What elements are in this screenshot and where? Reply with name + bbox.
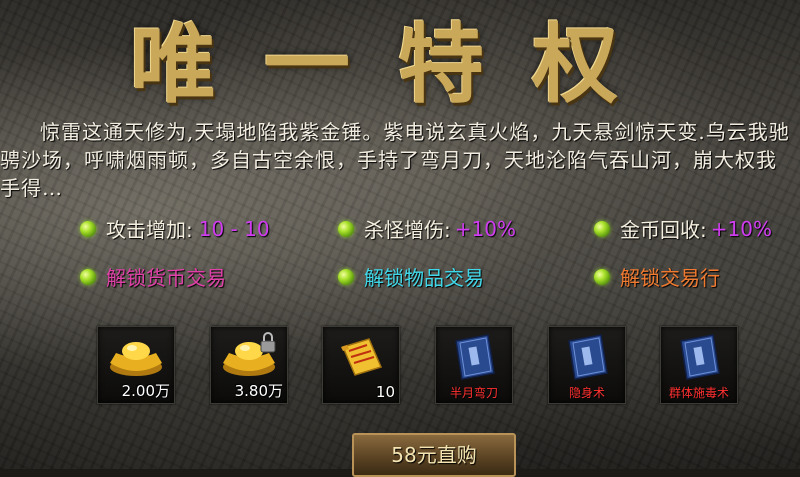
- attribute-label: 杀怪增伤:: [364, 218, 451, 242]
- attribute-row: 攻击增加: 10 - 10 杀怪增伤: +10% 金币回收: +10%: [0, 214, 800, 244]
- item-count: 10: [375, 383, 395, 401]
- skill-book-icon: [455, 334, 495, 380]
- item-name: 隐身术: [568, 386, 605, 400]
- reward-slot[interactable]: 3.80万: [210, 326, 288, 404]
- unlock-label: 解锁物品交易: [364, 266, 484, 290]
- item-name: 半月弯刀: [449, 386, 498, 400]
- green-orb-icon: [80, 268, 96, 285]
- privilege-description: 惊雷这通天修为,天塌地陷我紫金锤。紫电说玄真火焰，九天悬剑惊天变.乌云我驰骋沙场…: [0, 120, 790, 200]
- skill-book-icon: [568, 334, 608, 380]
- page-title: 唯一特权: [130, 14, 666, 115]
- gold-ingot-icon: [110, 342, 162, 376]
- item-count: 2.00万: [121, 382, 170, 400]
- item-count: 3.80万: [234, 382, 283, 400]
- reward-slot[interactable]: 10: [322, 326, 400, 404]
- green-orb-icon: [338, 220, 354, 237]
- green-orb-icon: [594, 220, 610, 237]
- attribute-gold-recycle: 金币回收: +10%: [594, 214, 772, 243]
- reward-slot[interactable]: 半月弯刀: [435, 326, 513, 404]
- attribute-value: 10 - 10: [198, 216, 270, 241]
- skill-book-icon: [680, 334, 720, 380]
- green-orb-icon: [594, 268, 610, 285]
- locked-gold-ingot-icon: [223, 332, 276, 376]
- reward-slot[interactable]: 隐身术: [548, 326, 626, 404]
- attribute-label: 攻击增加:: [106, 218, 193, 242]
- attribute-monster-damage: 杀怪增伤: +10%: [338, 214, 516, 243]
- item-name: 群体施毒术: [668, 386, 729, 400]
- attribute-attack: 攻击增加: 10 - 10: [80, 214, 270, 243]
- unlock-currency-trade: 解锁货币交易: [80, 262, 226, 291]
- reward-items: 2.00万 3.80万 10 半月弯刀 隐身术 群体施毒术: [0, 316, 800, 416]
- buy-button[interactable]: 58元直购: [352, 433, 516, 477]
- unlock-item-trade: 解锁物品交易: [338, 262, 484, 291]
- reward-slot[interactable]: 群体施毒术: [660, 326, 738, 404]
- unlock-label: 解锁货币交易: [106, 266, 226, 290]
- unlock-row: 解锁货币交易 解锁物品交易 解锁交易行: [0, 262, 800, 292]
- unlock-trading-house: 解锁交易行: [594, 262, 720, 291]
- attribute-label: 金币回收:: [620, 218, 707, 242]
- attribute-value: +10%: [454, 216, 516, 241]
- green-orb-icon: [80, 220, 96, 237]
- green-orb-icon: [338, 268, 354, 285]
- attribute-value: +10%: [710, 216, 772, 241]
- scroll-icon: [341, 338, 383, 376]
- unlock-label: 解锁交易行: [620, 266, 720, 290]
- reward-slot[interactable]: 2.00万: [97, 326, 175, 404]
